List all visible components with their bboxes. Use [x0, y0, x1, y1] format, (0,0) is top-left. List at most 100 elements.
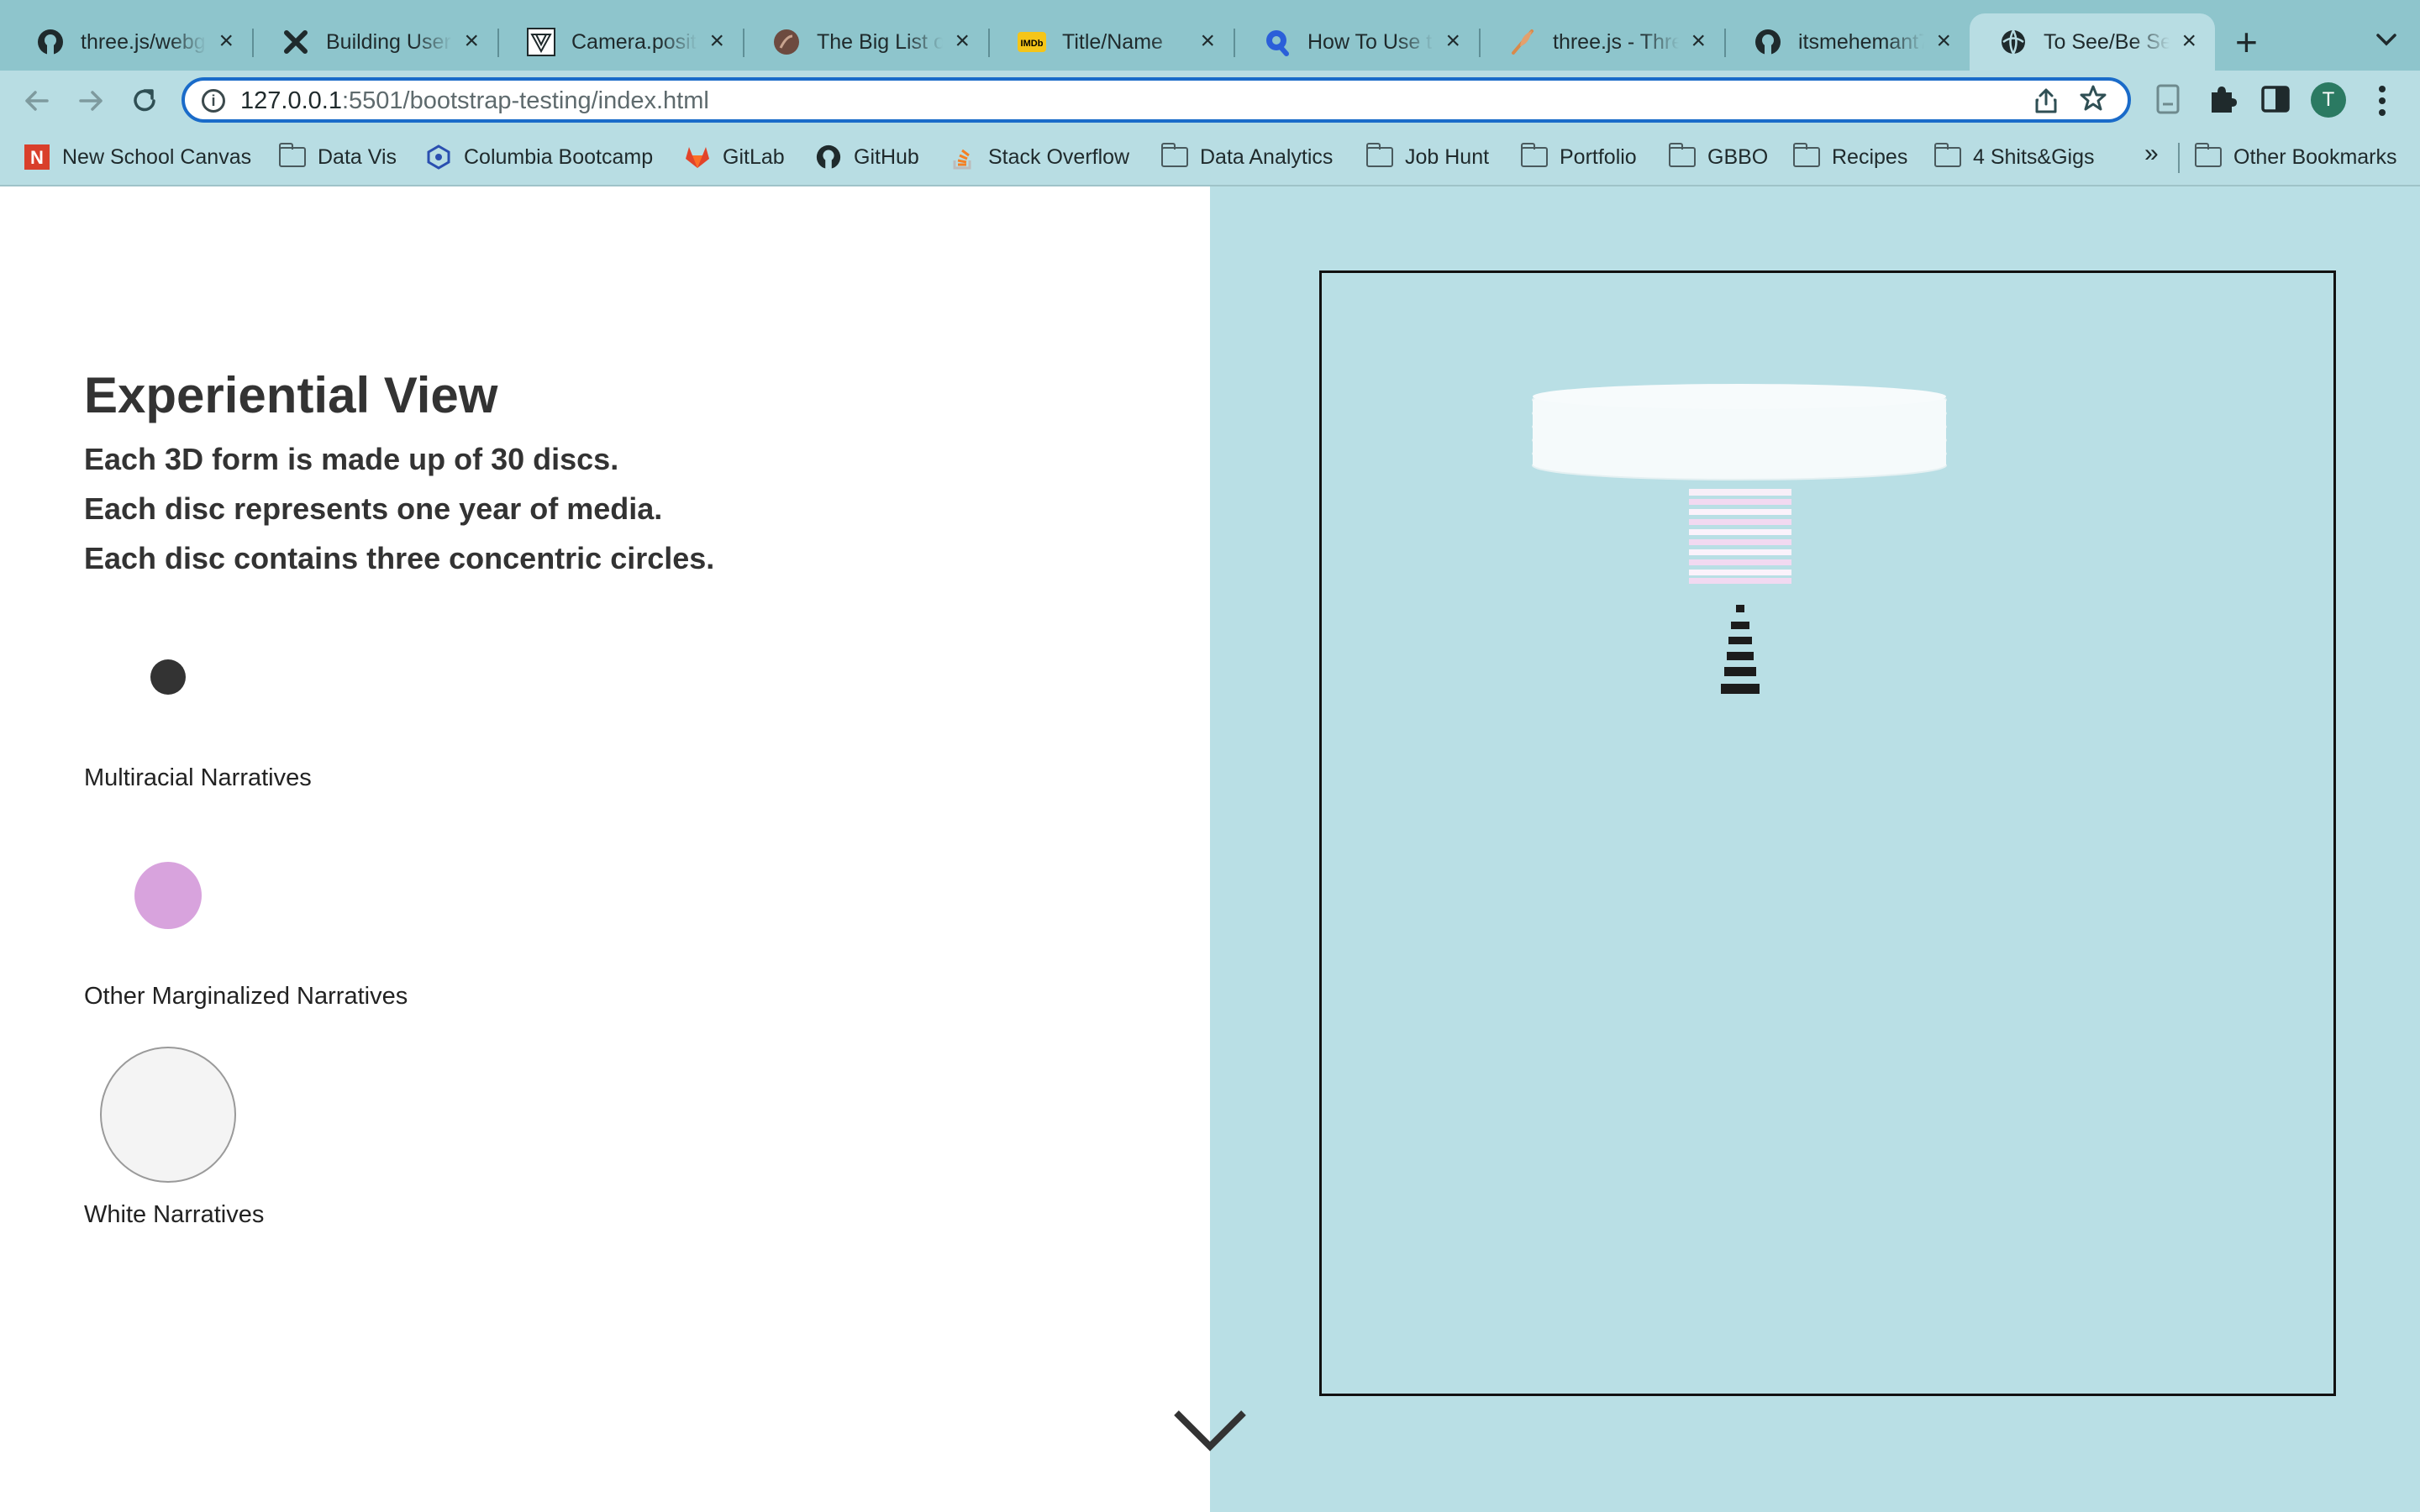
github-icon — [35, 27, 66, 57]
bookmark-star-icon[interactable] — [2079, 84, 2107, 113]
bookmark-label: Job Hunt — [1405, 144, 1490, 169]
reading-list-icon[interactable] — [2151, 82, 2185, 116]
marginalized-legend-swatch — [134, 862, 202, 929]
reload-icon[interactable] — [126, 82, 163, 119]
bookmark-label: 4 Shits&Gigs — [1973, 144, 2095, 169]
extensions-puzzle-icon[interactable] — [2205, 82, 2238, 116]
back-arrow-icon[interactable] — [18, 82, 55, 119]
tab-how-to-use[interactable]: How To Use th × — [1234, 13, 1479, 71]
multiracial-disc-stack — [1721, 605, 1760, 694]
bookmark-job-hunt[interactable]: Job Hunt — [1366, 136, 1489, 178]
bookmark-portfolio[interactable]: Portfolio — [1521, 136, 1637, 178]
feather-icon — [1507, 27, 1538, 57]
folder-icon — [279, 143, 306, 171]
stackoverflow-icon — [950, 144, 976, 171]
close-icon[interactable]: × — [709, 29, 724, 54]
more-menu-icon[interactable] — [2378, 84, 2386, 118]
github-icon — [815, 144, 842, 171]
coffee-bean-icon — [771, 27, 802, 57]
folder-icon — [1934, 143, 1961, 171]
bookmark-label: GitLab — [723, 144, 785, 169]
marginalized-disc-stack — [1689, 489, 1791, 584]
close-icon[interactable]: × — [1691, 29, 1706, 54]
x-mark-icon — [281, 27, 311, 57]
folder-icon — [1161, 143, 1188, 171]
bookmarks-overflow-button[interactable]: » — [2144, 139, 2159, 168]
close-icon[interactable]: × — [1445, 29, 1460, 54]
bookmark-label: GitHub — [854, 144, 919, 169]
scroll-down-chevron-icon[interactable] — [1171, 1404, 1249, 1455]
bookmarks-divider — [2178, 143, 2180, 173]
bookmark-other-bookmarks[interactable]: Other Bookmarks — [2195, 136, 2397, 178]
triangle-logo-icon — [526, 27, 556, 57]
bookmark-label: Other Bookmarks — [2233, 144, 2397, 169]
forward-arrow-icon[interactable] — [72, 82, 109, 119]
bookmark-new-school-canvas[interactable]: N New School Canvas — [24, 136, 251, 178]
bookmark-stack-overflow[interactable]: Stack Overflow — [950, 136, 1129, 178]
folder-icon — [1793, 143, 1820, 171]
description-line: Each 3D form is made up of 30 discs. — [84, 442, 619, 476]
legend-label-marginalized: Other Marginalized Narratives — [84, 983, 408, 1010]
tab-title: Title/Name — [1062, 29, 1163, 54]
bookmark-github[interactable]: GitHub — [815, 136, 919, 178]
folder-icon — [1366, 143, 1393, 171]
bookmark-label: Columbia Bootcamp — [464, 144, 654, 169]
tab-title: Camera.positio — [571, 29, 697, 54]
share-icon[interactable] — [2033, 87, 2059, 114]
gitlab-icon — [684, 144, 711, 171]
tab-title: How To Use th — [1307, 29, 1434, 54]
bookmark-gitlab[interactable]: GitLab — [684, 136, 785, 178]
tab-title: To See/Be See — [2044, 29, 2170, 54]
url-text[interactable]: 127.0.0.1:5501/bootstrap-testing/index.h… — [240, 86, 709, 116]
bookmark-data-vis[interactable]: Data Vis — [279, 136, 397, 178]
chevron-down-icon[interactable] — [2370, 24, 2403, 57]
bookmark-label: Data Analytics — [1200, 144, 1334, 169]
folder-icon — [2195, 143, 2222, 171]
tab-threejs-webgl[interactable]: three.js/webgl × — [7, 13, 252, 71]
blue-q-icon — [1262, 27, 1292, 57]
disc-stack-visualization[interactable] — [1319, 270, 2336, 1396]
new-tab-button[interactable]: + — [2235, 18, 2258, 66]
tab-building-user[interactable]: Building User I × — [252, 13, 497, 71]
tab-camera-position[interactable]: Camera.positio × — [497, 13, 743, 71]
tab-title: three.js/webgl — [81, 29, 207, 54]
bookmark-label: New School Canvas — [62, 144, 252, 169]
github-icon — [1753, 27, 1783, 57]
bookmark-columbia-bootcamp[interactable]: Columbia Bootcamp — [425, 136, 653, 178]
close-icon[interactable]: × — [218, 29, 234, 54]
bookmark-label: Stack Overflow — [988, 144, 1130, 169]
info-icon[interactable]: i — [202, 89, 225, 113]
bookmark-4-shits-gigs[interactable]: 4 Shits&Gigs — [1934, 136, 2095, 178]
side-panel-icon[interactable] — [2259, 82, 2292, 116]
profile-avatar[interactable]: T — [2311, 82, 2346, 118]
svg-text:N: N — [30, 147, 44, 168]
tab-title: three.js - Thre — [1553, 29, 1679, 54]
tab-big-list[interactable]: The Big List of × — [743, 13, 988, 71]
bootcamp-icon — [425, 144, 452, 171]
bookmark-label: Recipes — [1832, 144, 1908, 169]
imdb-icon: IMDb — [1017, 27, 1047, 57]
tab-to-see-be-seen[interactable]: To See/Be See × — [1970, 13, 2215, 71]
svg-text:IMDb: IMDb — [1021, 39, 1044, 49]
page-title: Experiential View — [84, 367, 498, 423]
legend-label-multiracial: Multiracial Narratives — [84, 764, 312, 791]
close-icon[interactable]: × — [955, 29, 970, 54]
folder-icon — [1669, 143, 1696, 171]
bookmark-label: Data Vis — [318, 144, 397, 169]
close-icon[interactable]: × — [2181, 29, 2196, 54]
address-bar[interactable]: i 127.0.0.1:5501/bootstrap-testing/index… — [182, 77, 2131, 123]
tab-title: The Big List of — [817, 29, 943, 54]
close-icon[interactable]: × — [464, 29, 479, 54]
tab-itsmehemant[interactable]: itsmehemant7 × — [1724, 13, 1970, 71]
close-icon[interactable]: × — [1200, 29, 1215, 54]
tab-title-name[interactable]: IMDb Title/Name × — [988, 13, 1234, 71]
legend-label-white: White Narratives — [84, 1201, 265, 1228]
bookmark-data-analytics[interactable]: Data Analytics — [1161, 136, 1333, 178]
globe-icon — [1998, 27, 2028, 57]
close-icon[interactable]: × — [1936, 29, 1951, 54]
bookmark-recipes[interactable]: Recipes — [1793, 136, 1907, 178]
white-disc-stack — [1532, 384, 1947, 480]
description-line: Each disc contains three concentric circ… — [84, 541, 715, 575]
bookmark-gbbo[interactable]: GBBO — [1669, 136, 1768, 178]
tab-threejs-docs[interactable]: three.js - Thre × — [1479, 13, 1724, 71]
